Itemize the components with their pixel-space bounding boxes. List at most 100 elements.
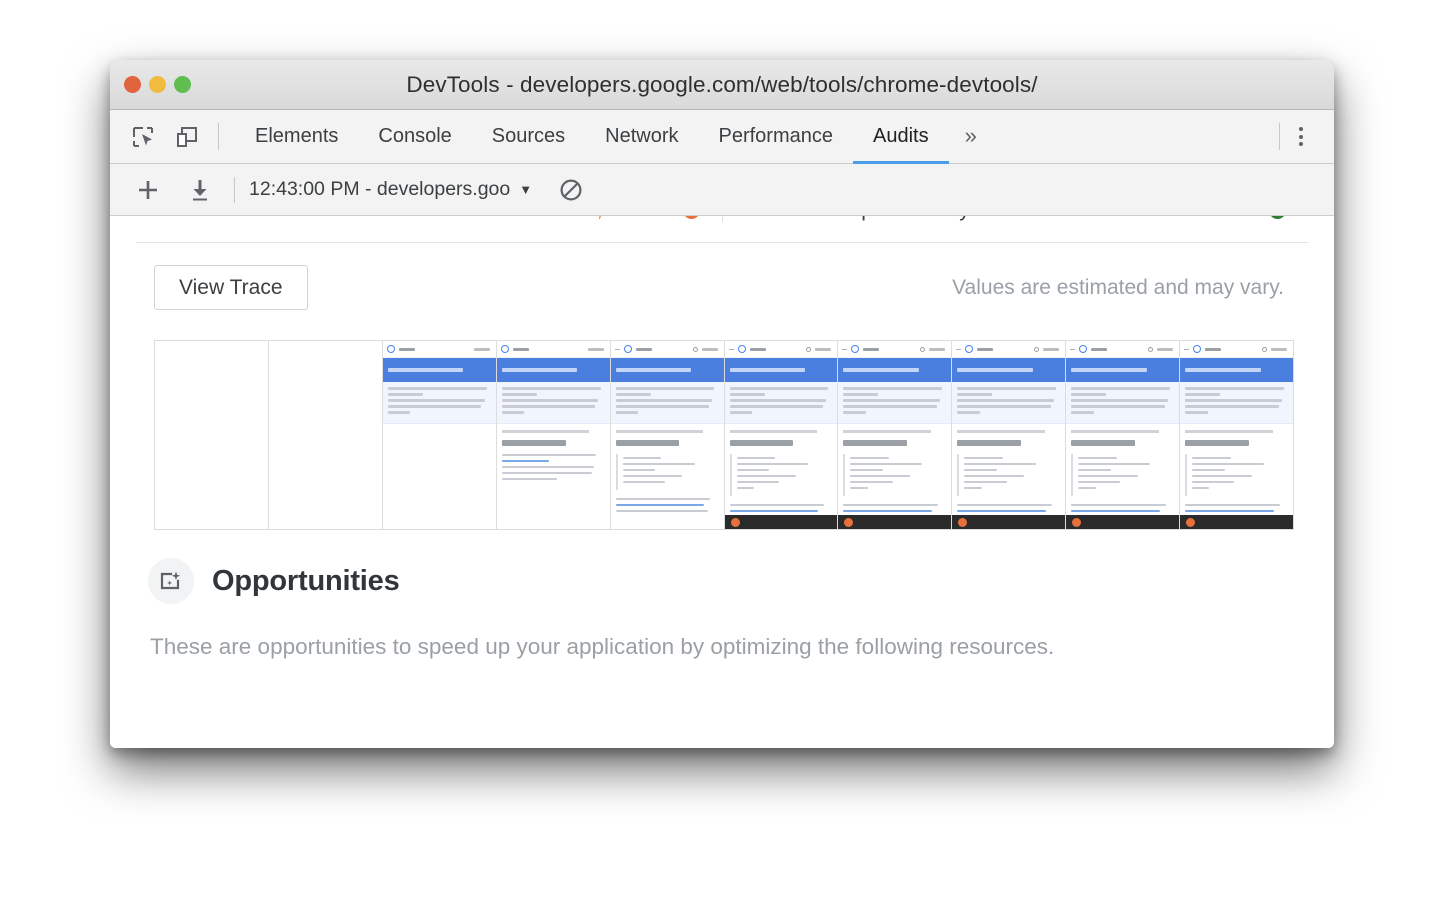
site-brand <box>750 348 766 351</box>
frame-browser-chrome <box>611 341 724 358</box>
frame-notice <box>1180 382 1293 424</box>
frame-browser-chrome <box>952 341 1065 358</box>
frame-banner <box>497 358 610 382</box>
window-title-bar: DevTools - developers.google.com/web/too… <box>110 60 1334 110</box>
tab-network[interactable]: Network <box>585 111 698 164</box>
audit-run-label: 12:43:00 PM - developers.goo <box>249 178 510 201</box>
filmstrip-frame[interactable] <box>269 341 383 529</box>
inspect-element-icon[interactable] <box>126 120 160 154</box>
tab-elements-label: Elements <box>255 125 338 148</box>
clear-all-icon[interactable] <box>554 173 588 207</box>
metric-value: 16 ms <box>1201 216 1258 222</box>
site-logo-icon <box>501 345 509 353</box>
divider-left <box>136 242 722 243</box>
close-window-button[interactable] <box>124 76 141 93</box>
import-download-icon[interactable] <box>180 170 220 210</box>
minimize-window-button[interactable] <box>149 76 166 93</box>
frame-heading <box>957 440 1021 446</box>
frame-callout <box>843 454 946 496</box>
chevron-down-icon: ▼ <box>519 183 532 196</box>
frame-breadcrumb <box>730 430 817 433</box>
frame-article <box>952 424 1065 529</box>
tab-console-label: Console <box>378 125 451 148</box>
site-nav <box>1271 348 1287 351</box>
site-nav <box>929 348 945 351</box>
tab-performance[interactable]: Performance <box>699 111 854 164</box>
plus-icon[interactable] <box>128 170 168 210</box>
frame-breadcrumb <box>843 430 930 433</box>
frame-notice <box>838 382 951 424</box>
tab-console[interactable]: Console <box>358 111 471 164</box>
site-brand <box>636 348 652 351</box>
tab-audits[interactable]: Audits <box>853 111 949 164</box>
maximize-window-button[interactable] <box>174 76 191 93</box>
tab-elements[interactable]: Elements <box>235 111 358 164</box>
opportunities-sparkle-icon <box>148 558 194 604</box>
audit-run-selector[interactable]: 12:43:00 PM - developers.goo ▼ <box>249 178 532 201</box>
frame-banner <box>1180 358 1293 382</box>
filmstrip-frame[interactable] <box>383 341 497 529</box>
frame-browser-chrome <box>838 341 951 358</box>
opportunities-description: These are opportunities to speed up your… <box>136 604 1308 660</box>
filmstrip-frame[interactable] <box>155 341 269 529</box>
devtools-panel-tabs: Elements Console Sources Network Perform… <box>235 110 1273 163</box>
frame-footer-indicator <box>731 518 740 527</box>
frame-breadcrumb <box>957 430 1044 433</box>
site-brand <box>863 348 879 351</box>
filmstrip-frame[interactable] <box>838 341 952 529</box>
search-icon <box>1148 347 1153 352</box>
frame-callout <box>1185 454 1288 496</box>
opportunities-section: Opportunities These are opportunities to… <box>110 530 1334 660</box>
site-logo-icon <box>965 345 973 353</box>
filmstrip-frame[interactable] <box>1180 341 1293 529</box>
filmstrip-frame[interactable] <box>952 341 1066 529</box>
site-logo-icon <box>1193 345 1201 353</box>
search-icon <box>920 347 925 352</box>
frame-footer-bar <box>838 515 951 529</box>
frame-notice <box>725 382 838 424</box>
frame-breadcrumb <box>1185 430 1272 433</box>
metrics-row: Time to Interactive 1,133 ms Estimated I… <box>110 216 1334 222</box>
view-trace-button[interactable]: View Trace <box>154 265 308 310</box>
frame-breadcrumb <box>1071 430 1158 433</box>
metrics-divider <box>110 242 1334 243</box>
tab-sources[interactable]: Sources <box>472 111 585 164</box>
frame-heading <box>843 440 907 446</box>
filmstrip-frame[interactable] <box>611 341 725 529</box>
site-logo-icon <box>387 345 395 353</box>
tab-performance-label: Performance <box>719 125 834 148</box>
estimated-values-note: Values are estimated and may vary. <box>952 276 1308 300</box>
kebab-menu-icon[interactable] <box>1286 120 1316 154</box>
search-icon <box>1034 347 1039 352</box>
audits-toolbar: 12:43:00 PM - developers.goo ▼ <box>110 164 1334 216</box>
frame-article <box>1066 424 1179 529</box>
frame-heading <box>1185 440 1249 446</box>
site-nav <box>588 348 604 351</box>
toolbar-divider-right <box>1279 123 1280 150</box>
frame-callout <box>616 454 719 490</box>
filmstrip-frame[interactable] <box>497 341 611 529</box>
frame-article <box>497 424 610 480</box>
frame-banner <box>611 358 724 382</box>
filmstrip-frame[interactable] <box>1066 341 1180 529</box>
devtools-window: DevTools - developers.google.com/web/too… <box>110 60 1334 748</box>
device-toolbar-icon[interactable] <box>170 120 204 154</box>
screenshot-root: DevTools - developers.google.com/web/too… <box>0 0 1444 910</box>
more-tabs-button[interactable]: » <box>949 111 993 164</box>
tab-bar-right-controls <box>1273 110 1334 163</box>
frame-article <box>1180 424 1293 529</box>
audits-report: Time to Interactive 1,133 ms Estimated I… <box>110 216 1334 748</box>
frame-heading <box>502 440 566 446</box>
frame-footer-indicator <box>1186 518 1195 527</box>
frame-footer-bar <box>725 515 838 529</box>
tab-network-label: Network <box>605 125 678 148</box>
site-brand <box>513 348 529 351</box>
frame-banner <box>952 358 1065 382</box>
frame-article <box>725 424 838 529</box>
devtools-toolbar-icons <box>110 110 212 163</box>
site-brand <box>977 348 993 351</box>
trace-left: View Trace <box>136 265 952 310</box>
site-nav <box>815 348 831 351</box>
filmstrip-frame[interactable] <box>725 341 839 529</box>
frame-notice <box>383 382 496 424</box>
